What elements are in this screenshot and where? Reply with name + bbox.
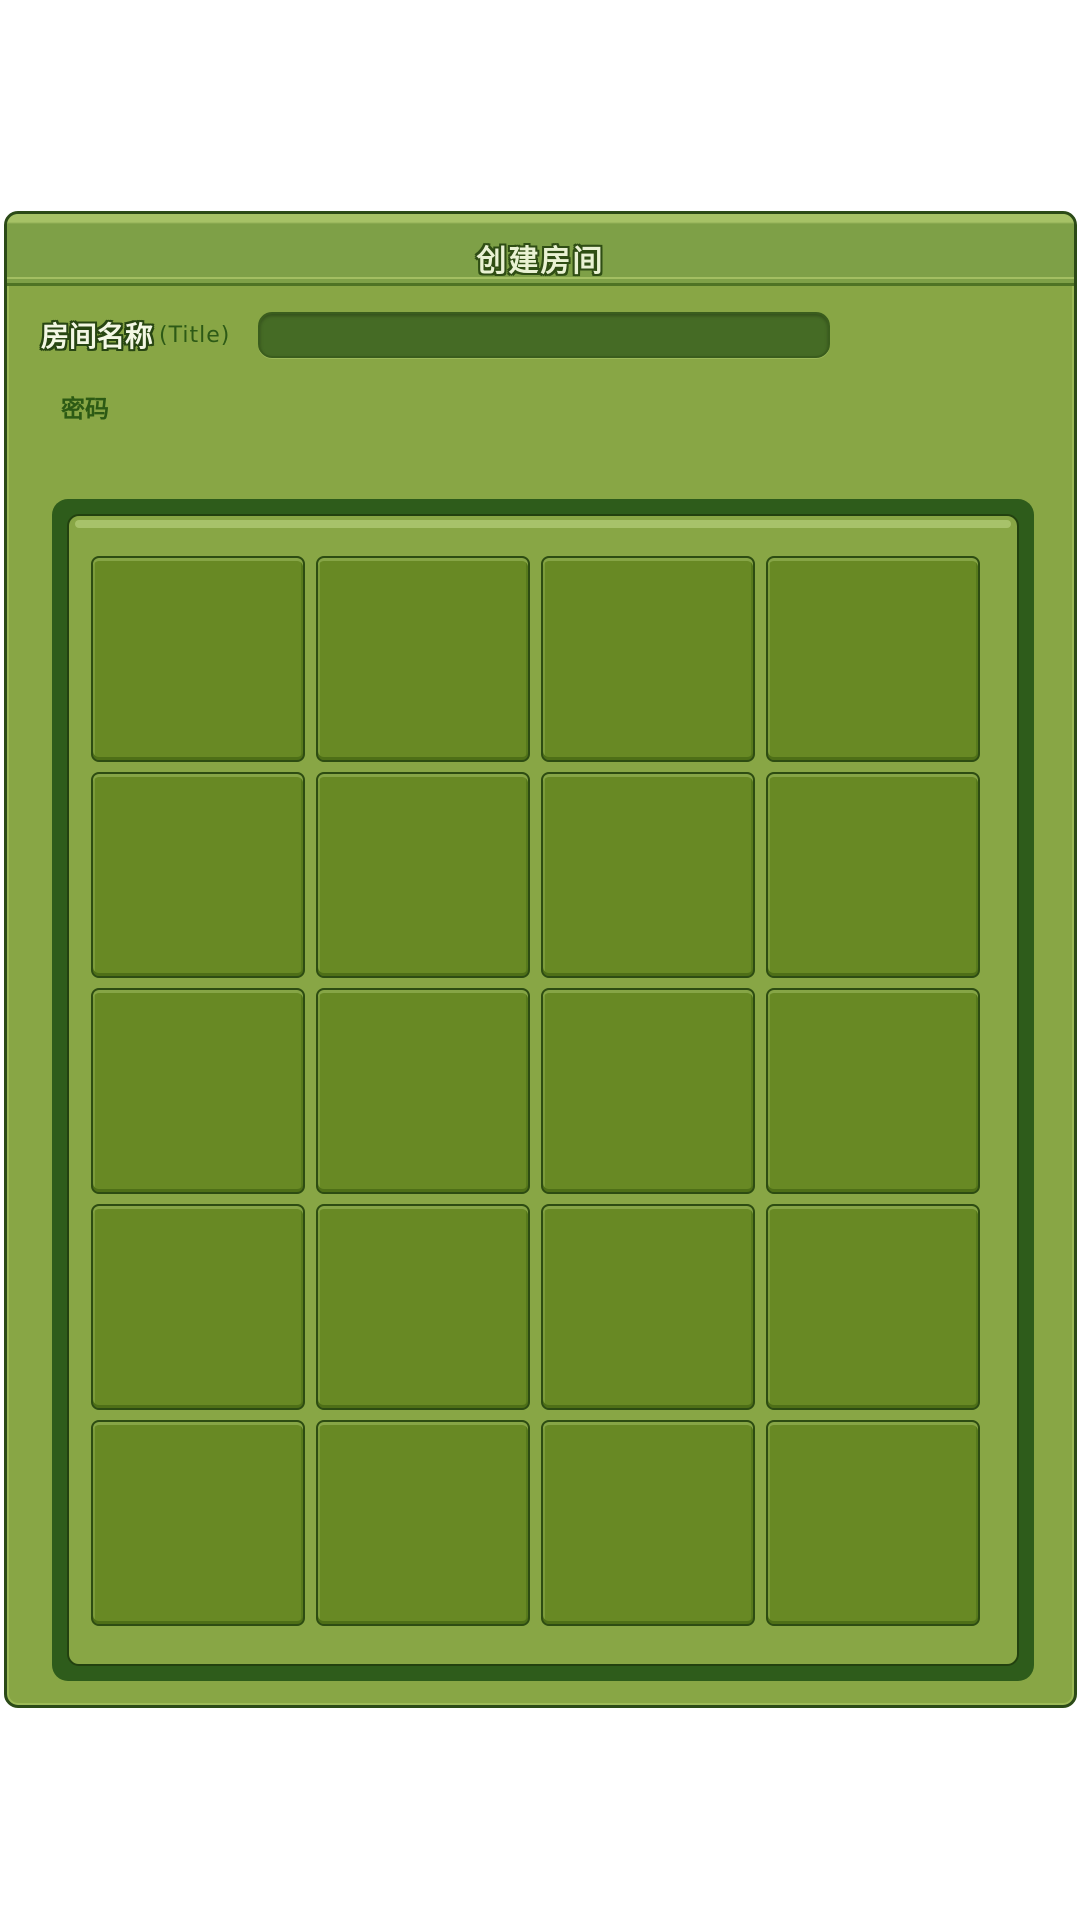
title-divider	[7, 277, 1074, 279]
room-name-label: 房间名称	[41, 320, 154, 353]
slot-14[interactable]	[316, 1204, 530, 1410]
slot-11[interactable]	[541, 988, 755, 1194]
password-label: 密码	[61, 395, 109, 423]
slot-20[interactable]	[766, 1420, 980, 1626]
slot-13[interactable]	[91, 1204, 305, 1410]
slot-16[interactable]	[766, 1204, 980, 1410]
slot-2[interactable]	[316, 556, 530, 762]
slot-9[interactable]	[91, 988, 305, 1194]
slot-1[interactable]	[91, 556, 305, 762]
slot-5[interactable]	[91, 772, 305, 978]
create-room-dialog: 创建房间 房间名称 (Title) 密码	[4, 211, 1077, 1708]
slot-19[interactable]	[541, 1420, 755, 1626]
slot-15[interactable]	[541, 1204, 755, 1410]
slot-18[interactable]	[316, 1420, 530, 1626]
panel-highlight	[75, 520, 1011, 528]
room-name-input[interactable]	[258, 312, 830, 358]
title-bar: 创建房间	[7, 214, 1074, 286]
dialog-title: 创建房间	[476, 244, 605, 279]
slot-10[interactable]	[316, 988, 530, 1194]
slot-7[interactable]	[541, 772, 755, 978]
slot-grid	[91, 556, 980, 1626]
slot-3[interactable]	[541, 556, 755, 762]
room-name-label-group: 房间名称 (Title)	[41, 310, 230, 360]
room-name-sub-label: (Title)	[159, 322, 231, 348]
slot-4[interactable]	[766, 556, 980, 762]
slot-grid-frame	[52, 499, 1034, 1681]
slot-8[interactable]	[766, 772, 980, 978]
slot-12[interactable]	[766, 988, 980, 1194]
slot-17[interactable]	[91, 1420, 305, 1626]
slot-grid-panel	[67, 514, 1019, 1666]
slot-6[interactable]	[316, 772, 530, 978]
